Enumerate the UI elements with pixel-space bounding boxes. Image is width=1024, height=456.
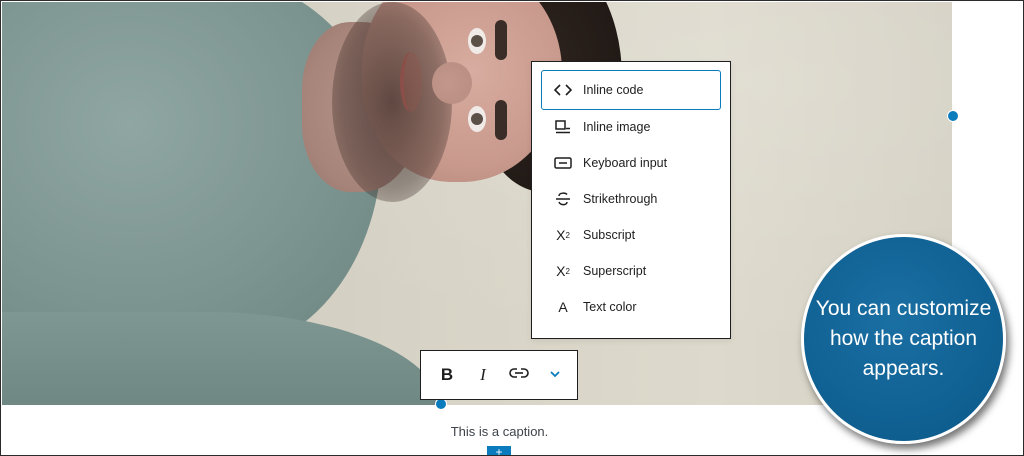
photo-nose [432,62,472,104]
code-icon [554,84,572,96]
menu-item-keyboard-input[interactable]: Keyboard input [542,145,720,181]
menu-item-label: Inline code [583,83,644,97]
menu-item-text-color[interactable]: A Text color [542,289,720,325]
menu-item-strikethrough[interactable]: Strikethrough [542,181,720,217]
photo-eye-lower [468,106,486,132]
resize-handle-right[interactable] [947,110,959,122]
callout-bubble: You can customize how the caption appear… [801,234,1006,444]
keyboard-icon [554,157,572,169]
menu-item-label: Text color [583,300,637,314]
menu-item-superscript[interactable]: X2 Superscript [542,253,720,289]
menu-item-subscript[interactable]: X2 Subscript [542,217,720,253]
italic-button[interactable]: I [465,357,501,393]
menu-item-label: Superscript [583,264,647,278]
photo-brow-upper [495,20,507,60]
format-dropdown-menu: Inline code Inline image Keyboard input … [531,61,731,339]
photo-eye-upper [468,28,486,54]
text-color-icon: A [558,299,568,315]
photo-mouth [400,52,422,112]
strikethrough-icon [554,191,572,207]
menu-item-label: Keyboard input [583,156,668,170]
subscript-icon: X2 [556,227,570,243]
link-button[interactable] [501,357,537,393]
callout-text: You can customize how the caption appear… [815,297,992,380]
menu-item-label: Subscript [583,228,636,242]
image-icon [554,120,572,134]
menu-item-inline-code[interactable]: Inline code [541,70,721,110]
menu-item-inline-image[interactable]: Inline image [542,109,720,145]
more-rich-text-controls-button[interactable] [537,357,573,393]
menu-item-label: Inline image [583,120,651,134]
block-inserter-button[interactable]: + [487,446,511,455]
photo-brow-lower [495,100,507,140]
editor-canvas: Inline code Inline image Keyboard input … [0,0,1024,456]
bold-button[interactable]: B [429,357,465,393]
photo-beard [332,2,452,202]
superscript-icon: X2 [556,263,570,279]
inline-format-toolbar: B I [420,350,578,400]
chevron-down-icon [548,366,562,384]
menu-item-label: Strikethrough [583,192,658,206]
link-icon [509,366,529,384]
